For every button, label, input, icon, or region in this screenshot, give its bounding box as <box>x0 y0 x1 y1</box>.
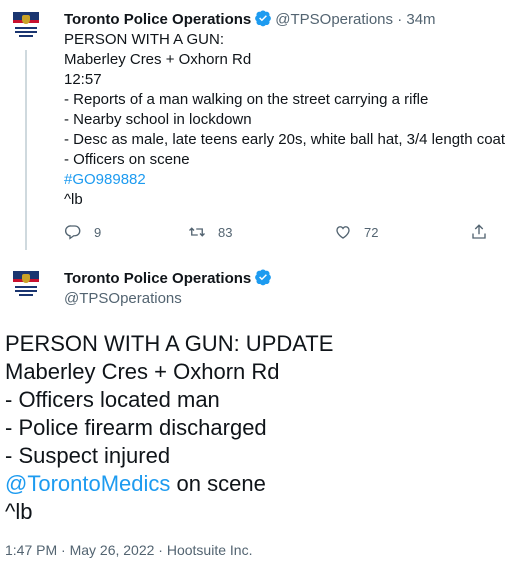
avatar[interactable] <box>13 12 39 38</box>
reply-icon <box>64 225 81 240</box>
like-count: 72 <box>364 224 379 240</box>
avatar[interactable] <box>13 271 39 297</box>
tweet-1[interactable]: Toronto Police Operations @TPSOperations … <box>0 0 529 258</box>
tweet-line: PERSON WITH A GUN: <box>64 31 225 48</box>
tweet-line: - Desc as male, late teens early 20s, wh… <box>64 131 506 148</box>
thread-line <box>25 50 27 250</box>
verified-icon <box>255 269 272 286</box>
tweet-line: 12:57 <box>64 71 102 88</box>
tweet-line: - Suspect injured <box>5 443 171 468</box>
handle[interactable]: @TPSOperations <box>64 290 182 307</box>
signature: ^lb <box>64 191 83 208</box>
display-name[interactable]: Toronto Police Operations <box>64 11 251 28</box>
tweet-timestamp[interactable]: 1:47 PM · May 26, 2022 · Hootsuite Inc. <box>5 542 252 558</box>
tweet-line: - Police firearm discharged <box>5 415 267 440</box>
tweet-line: - Officers located man <box>5 387 220 412</box>
tweet-text: PERSON WITH A GUN: Maberley Cres + Oxhorn… <box>64 30 505 210</box>
heart-icon <box>336 226 350 239</box>
like-button[interactable]: 72 <box>334 222 378 242</box>
reply-count: 9 <box>94 224 102 240</box>
tweet-actions: 9 83 72 <box>64 222 494 242</box>
handle[interactable]: @TPSOperations <box>275 11 393 28</box>
tweet-header: Toronto Police Operations @TPSOperations … <box>64 10 436 28</box>
retweet-button[interactable]: 83 <box>188 222 232 242</box>
tweet-line: Maberley Cres + Oxhorn Rd <box>64 51 252 68</box>
share-button[interactable] <box>470 222 500 242</box>
hashtag-link[interactable]: #GO989882 <box>64 170 505 190</box>
tweet-header: Toronto Police Operations <box>64 268 275 288</box>
retweet-icon <box>189 227 205 237</box>
share-icon <box>472 224 486 239</box>
mention-link[interactable]: @TorontoMedics <box>5 471 170 496</box>
tweet-line: - Officers on scene <box>64 151 190 168</box>
signature: ^lb <box>5 499 33 524</box>
tweet-line: PERSON WITH A GUN: UPDATE <box>5 331 334 356</box>
retweet-count: 83 <box>218 224 233 240</box>
tweet-line: - Reports of a man walking on the street… <box>64 91 429 108</box>
verified-icon <box>255 10 272 27</box>
tweet-line: Maberley Cres + Oxhorn Rd <box>5 359 280 384</box>
reply-button[interactable]: 9 <box>64 222 101 242</box>
tweet-text: PERSON WITH A GUN: UPDATE Maberley Cres +… <box>5 330 333 526</box>
mention-suffix: on scene <box>170 471 266 496</box>
tweet-line: @TorontoMedics on scene <box>5 470 333 498</box>
timestamp[interactable]: 34m <box>406 11 435 28</box>
tweet-line: - Nearby school in lockdown <box>64 111 252 128</box>
display-name[interactable]: Toronto Police Operations <box>64 270 251 287</box>
